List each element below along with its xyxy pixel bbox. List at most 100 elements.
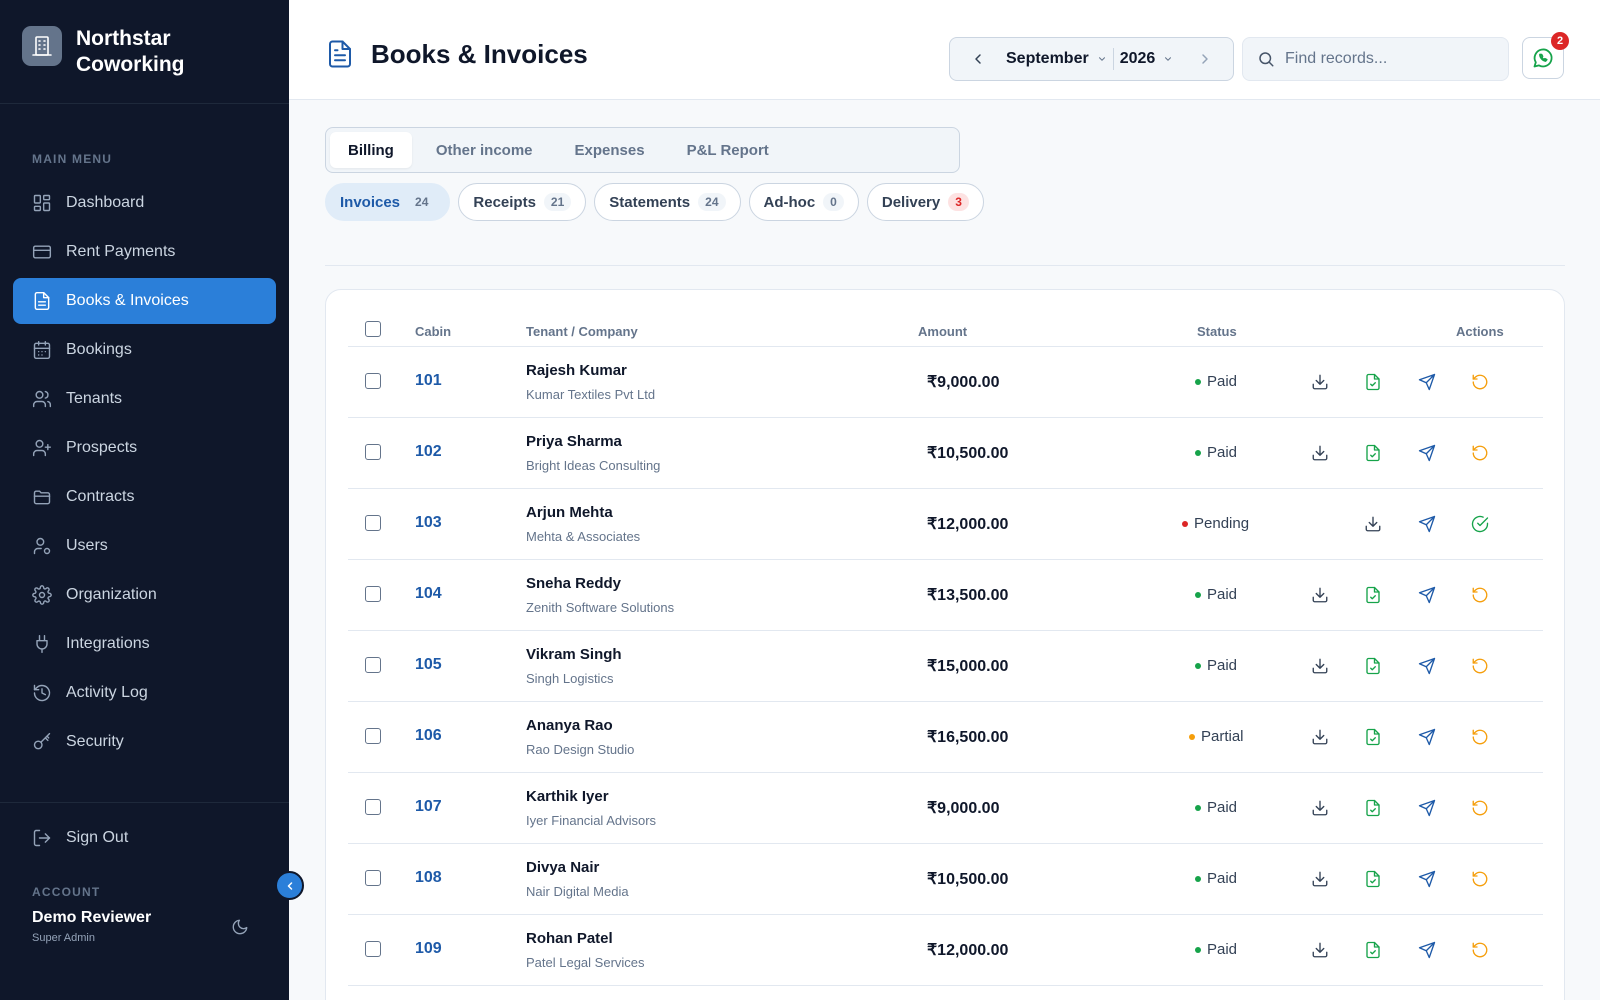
row-checkbox[interactable]: [365, 444, 381, 460]
tab-other-income[interactable]: Other income: [418, 132, 551, 168]
cabin-link[interactable]: 108: [415, 869, 442, 887]
sidebar-item-contracts[interactable]: Contracts: [13, 474, 276, 520]
send-icon[interactable]: [1416, 655, 1438, 677]
cabin-link[interactable]: 109: [415, 940, 442, 958]
logout-icon: [32, 828, 52, 848]
sign-out-button[interactable]: Sign Out: [13, 815, 276, 861]
row-checkbox[interactable]: [365, 657, 381, 673]
invoice-amount: ₹10,500.00: [927, 871, 1009, 888]
download-icon[interactable]: [1309, 442, 1331, 464]
sidebar-item-label: Bookings: [66, 341, 132, 358]
moon-icon[interactable]: [231, 918, 249, 936]
mark-paid-icon[interactable]: [1469, 513, 1491, 535]
filter-statements[interactable]: Statements 24: [594, 183, 741, 221]
sidebar-item-integrations[interactable]: Integrations: [13, 621, 276, 667]
status-dot: [1195, 875, 1201, 882]
download-icon[interactable]: [1309, 797, 1331, 819]
status-label: Paid: [1207, 870, 1238, 887]
revert-icon[interactable]: [1469, 584, 1491, 606]
column-tenant: Tenant / Company: [526, 324, 638, 339]
whatsapp-icon: [1533, 48, 1553, 68]
download-icon[interactable]: [1309, 726, 1331, 748]
receipt-icon[interactable]: [1362, 868, 1384, 890]
whatsapp-button[interactable]: 2: [1522, 32, 1569, 79]
status-badge: Paid: [1195, 373, 1237, 390]
row-checkbox[interactable]: [365, 799, 381, 815]
revert-icon[interactable]: [1469, 868, 1491, 890]
row-checkbox[interactable]: [365, 941, 381, 957]
tab-expenses[interactable]: Expenses: [557, 132, 663, 168]
send-icon[interactable]: [1416, 868, 1438, 890]
download-icon[interactable]: [1309, 371, 1331, 393]
sign-out-label: Sign Out: [66, 829, 129, 846]
filter-delivery[interactable]: Delivery 3: [866, 183, 984, 221]
search-input[interactable]: [1285, 50, 1485, 68]
revert-icon[interactable]: [1469, 797, 1491, 819]
row-checkbox[interactable]: [365, 728, 381, 744]
send-icon[interactable]: [1416, 584, 1438, 606]
filter-invoices[interactable]: Invoices 24: [325, 183, 451, 221]
status-label: Paid: [1207, 941, 1238, 958]
receipt-icon[interactable]: [1362, 797, 1384, 819]
next-month-button[interactable]: [1177, 38, 1233, 80]
collapse-sidebar-button[interactable]: [275, 871, 304, 900]
sidebar-item-label: Rent Payments: [66, 243, 176, 260]
plug-icon: [32, 634, 52, 654]
receipt-icon[interactable]: [1362, 584, 1384, 606]
filter-ad-hoc[interactable]: Ad-hoc 0: [748, 183, 859, 221]
sidebar-item-bookings[interactable]: Bookings: [13, 327, 276, 373]
revert-icon[interactable]: [1469, 726, 1491, 748]
download-icon[interactable]: [1309, 939, 1331, 961]
month-select[interactable]: September: [1006, 50, 1107, 68]
prev-month-button[interactable]: [950, 38, 1006, 80]
tab-billing[interactable]: Billing: [330, 132, 412, 168]
column-amount: Amount: [918, 324, 968, 339]
receipt-icon[interactable]: [1362, 726, 1384, 748]
sidebar-item-tenants[interactable]: Tenants: [13, 376, 276, 422]
sidebar-item-activity-log[interactable]: Activity Log: [13, 670, 276, 716]
cabin-link[interactable]: 107: [415, 798, 442, 816]
cabin-link[interactable]: 103: [415, 514, 442, 532]
revert-icon[interactable]: [1469, 442, 1491, 464]
download-icon[interactable]: [1362, 513, 1384, 535]
row-checkbox[interactable]: [365, 515, 381, 531]
revert-icon[interactable]: [1469, 371, 1491, 393]
send-icon[interactable]: [1416, 797, 1438, 819]
send-icon[interactable]: [1416, 371, 1438, 393]
send-icon[interactable]: [1416, 726, 1438, 748]
download-icon[interactable]: [1309, 655, 1331, 677]
row-checkbox[interactable]: [365, 586, 381, 602]
tenant-name: Karthik Iyer: [526, 788, 609, 805]
receipt-icon[interactable]: [1362, 371, 1384, 393]
filter-receipts[interactable]: Receipts 21: [458, 183, 587, 221]
sidebar-item-books-invoices[interactable]: Books & Invoices: [13, 278, 276, 324]
receipt-icon[interactable]: [1362, 442, 1384, 464]
table-row: 102 Priya Sharma Bright Ideas Consulting ₹1…: [348, 418, 1543, 489]
send-icon[interactable]: [1416, 513, 1438, 535]
tab-p-l-report[interactable]: P&L Report: [669, 132, 787, 168]
sidebar-item-security[interactable]: Security: [13, 719, 276, 765]
sidebar-item-dashboard[interactable]: Dashboard: [13, 180, 276, 226]
cabin-link[interactable]: 102: [415, 443, 442, 461]
send-icon[interactable]: [1416, 442, 1438, 464]
sidebar-item-users[interactable]: Users: [13, 523, 276, 569]
revert-icon[interactable]: [1469, 655, 1491, 677]
select-all-checkbox[interactable]: [365, 321, 381, 337]
cabin-link[interactable]: 105: [415, 656, 442, 674]
row-checkbox[interactable]: [365, 373, 381, 389]
cabin-link[interactable]: 106: [415, 727, 442, 745]
year-select[interactable]: 2026: [1120, 50, 1174, 68]
download-icon[interactable]: [1309, 868, 1331, 890]
receipt-icon[interactable]: [1362, 939, 1384, 961]
download-icon[interactable]: [1309, 584, 1331, 606]
sidebar-item-organization[interactable]: Organization: [13, 572, 276, 618]
send-icon[interactable]: [1416, 939, 1438, 961]
cabin-link[interactable]: 104: [415, 585, 442, 603]
sidebar-item-prospects[interactable]: Prospects: [13, 425, 276, 471]
status-badge: Paid: [1195, 444, 1237, 461]
receipt-icon[interactable]: [1362, 655, 1384, 677]
cabin-link[interactable]: 101: [415, 372, 442, 390]
row-checkbox[interactable]: [365, 870, 381, 886]
revert-icon[interactable]: [1469, 939, 1491, 961]
sidebar-item-rent-payments[interactable]: Rent Payments: [13, 229, 276, 275]
